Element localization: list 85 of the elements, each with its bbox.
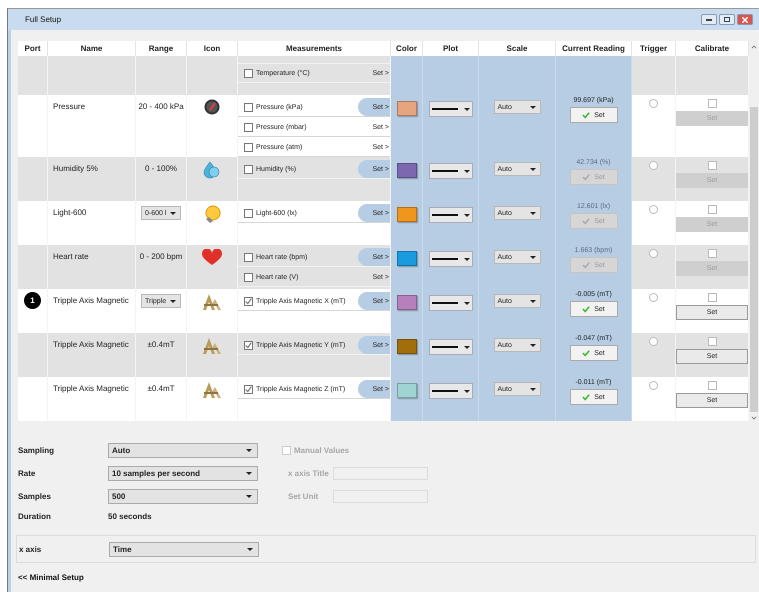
sensor-name: Tripple Axis Magnetic <box>53 296 129 305</box>
field-label: Rate <box>18 469 36 478</box>
maximize-button[interactable] <box>719 14 735 25</box>
color-swatch[interactable] <box>396 339 416 354</box>
close-icon <box>742 16 748 22</box>
minimize-icon <box>706 18 712 20</box>
calibrate-checkbox[interactable] <box>708 293 716 302</box>
line-style-dropdown[interactable] <box>428 383 472 399</box>
trigger-radio[interactable] <box>649 99 658 108</box>
color-swatch[interactable] <box>396 251 416 266</box>
water-drops-icon <box>203 161 221 179</box>
check-icon <box>582 262 590 268</box>
line-style-dropdown[interactable] <box>428 295 472 311</box>
minimize-button[interactable] <box>701 14 717 25</box>
emblem-icon <box>202 381 222 399</box>
color-swatch[interactable] <box>396 207 416 222</box>
field-label: Set Unit <box>288 492 320 501</box>
window-title: Full Setup <box>25 15 62 24</box>
check-icon <box>582 394 590 400</box>
color-swatch[interactable] <box>396 295 416 310</box>
line-style-icon <box>432 258 458 260</box>
line-style-dropdown[interactable] <box>428 163 472 179</box>
line-style-dropdown[interactable] <box>428 101 472 117</box>
field-label: x axis Title <box>288 469 330 478</box>
calibrate-checkbox[interactable] <box>708 205 716 214</box>
range-text: 0 - 100% <box>144 164 178 173</box>
range-text: ±0.4mT <box>147 340 175 349</box>
sensor-name: Pressure <box>53 102 86 111</box>
sensor-name: Tripple Axis Magnetic <box>53 384 129 393</box>
color-swatch[interactable] <box>396 383 416 398</box>
trigger-radio[interactable] <box>649 161 658 170</box>
check-icon <box>582 218 590 224</box>
trigger-radio[interactable] <box>649 337 658 346</box>
line-style-icon <box>432 346 458 348</box>
line-style-dropdown[interactable] <box>428 251 472 267</box>
heart-icon <box>202 249 222 266</box>
emblem-icon <box>202 293 222 311</box>
field-label: x axis <box>19 544 42 554</box>
color-swatch[interactable] <box>396 101 416 116</box>
trigger-radio[interactable] <box>649 205 658 214</box>
trigger-radio[interactable] <box>649 293 658 302</box>
sampling-dropdown[interactable]: Auto <box>108 443 258 458</box>
samples-dropdown[interactable]: 500 <box>108 489 258 504</box>
sensor-name: Tripple Axis Magnetic <box>53 340 129 349</box>
calibrate-checkbox[interactable] <box>708 99 716 108</box>
field-label: Duration <box>18 512 52 520</box>
check-icon <box>245 342 252 348</box>
range-text: 20 - 400 kPa <box>138 102 184 111</box>
line-style-icon <box>432 170 458 172</box>
sensor-name: Heart rate <box>53 252 89 261</box>
calibrate-checkbox[interactable] <box>708 161 716 170</box>
check-icon <box>582 350 590 356</box>
port-badge: 1 <box>24 292 41 309</box>
check-icon <box>582 112 590 118</box>
field-label: Samples <box>18 492 52 501</box>
range-text: ±0.4mT <box>147 384 175 393</box>
duration-value: 50 seconds <box>108 512 153 520</box>
maximize-icon <box>724 17 730 22</box>
line-style-dropdown[interactable] <box>428 339 472 355</box>
line-style-icon <box>432 108 458 110</box>
range-text: 0 - 200 bpm <box>140 252 182 261</box>
emblem-icon <box>202 337 222 355</box>
line-style-icon <box>432 302 458 304</box>
field-label: Sampling <box>18 446 56 455</box>
check-icon <box>245 386 252 392</box>
color-swatch[interactable] <box>396 163 416 178</box>
line-style-dropdown[interactable] <box>428 207 472 223</box>
rate-dropdown[interactable]: 10 samples per second <box>108 466 258 481</box>
calibrate-checkbox[interactable] <box>708 249 716 258</box>
trigger-radio[interactable] <box>649 381 658 390</box>
sensor-name: Humidity 5% <box>53 164 98 173</box>
check-icon <box>245 298 252 304</box>
line-style-icon <box>432 214 458 216</box>
calibrate-checkbox[interactable] <box>708 381 716 390</box>
check-icon <box>582 174 590 180</box>
gauge-icon <box>204 99 220 115</box>
trigger-radio[interactable] <box>649 249 658 258</box>
line-style-icon <box>432 390 458 392</box>
calibrate-checkbox[interactable] <box>708 337 716 346</box>
close-button[interactable] <box>737 14 753 25</box>
x-axis-dropdown[interactable]: Time <box>109 542 259 556</box>
minimal-setup-link[interactable]: << Minimal Setup <box>18 573 84 582</box>
light-bulb-icon <box>203 205 221 225</box>
sensor-name: Light-600 <box>53 208 86 217</box>
check-icon <box>582 306 590 312</box>
